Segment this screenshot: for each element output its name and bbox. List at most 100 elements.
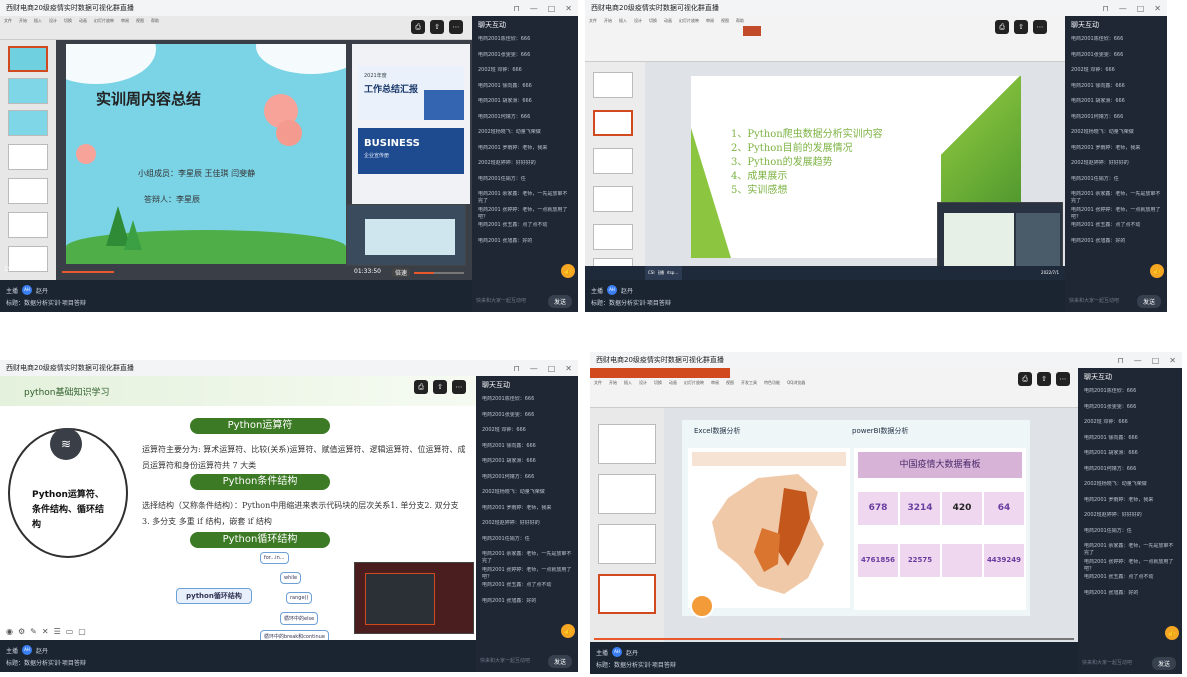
pin-icon[interactable]: ⊓ (513, 364, 519, 373)
mascot (690, 594, 714, 618)
chat-input[interactable]: 快来和大家一起互动吧 (476, 297, 526, 304)
chat-message: 2002班 邓钟：666 (1084, 419, 1128, 425)
slide-thumb[interactable] (598, 424, 656, 464)
chat-message: 2002班 邓钟：666 (478, 67, 522, 73)
minimize-icon[interactable]: — (1134, 356, 1142, 365)
screenshot-icon[interactable]: ⎙ (414, 380, 428, 394)
chat-message: 电商2001 张玉鑫：点了点不动 (478, 222, 548, 228)
video-progress[interactable] (414, 272, 464, 274)
pin-icon[interactable]: ⊓ (513, 4, 519, 13)
kpi-tile (942, 544, 982, 577)
chat-message: 电商2001 张婷婷：老师，一点就放用了吧？ (478, 206, 568, 220)
time-total: 01:33:50 (354, 268, 381, 275)
send-button[interactable]: 发送 (547, 295, 572, 308)
slide-thumb[interactable] (8, 110, 48, 136)
video-stage[interactable]: 文件 开始 插入 设计 切换 动画 幻灯片放映 审阅 视图 帮助 1、Python爬虫数据分析实训… (585, 16, 1065, 280)
main-slide: 实训周内容总结 小组成员：李星辰 王佳琪 闫斐静 答辩人：李星辰 (66, 44, 346, 264)
slide-thumb[interactable] (593, 148, 633, 174)
kpi-tile: 678 (858, 492, 898, 525)
slide-thumb[interactable] (598, 474, 656, 514)
slide-thumb[interactable] (8, 144, 48, 170)
slide-thumb[interactable] (593, 110, 633, 136)
slide-line: 1、Python爬虫数据分析实训内容 (731, 129, 883, 140)
share-icon[interactable]: ⇧ (433, 380, 447, 394)
chat-message: 电商2001张雯雯：666 (482, 411, 535, 418)
pin-icon[interactable]: ⊓ (1102, 4, 1108, 13)
slide-thumb[interactable] (593, 186, 633, 212)
minimize-icon[interactable]: — (1119, 4, 1127, 13)
window-title: 西财电商20级疫情实时数据可视化群直播 (596, 356, 724, 364)
chat-title: 聊天互动 (482, 381, 510, 389)
maximize-icon[interactable]: □ (1137, 4, 1145, 13)
slide-thumb[interactable] (593, 224, 633, 250)
camera-pip[interactable] (354, 562, 474, 634)
slide-thumb[interactable] (598, 574, 656, 614)
video-stage[interactable]: python基础知识学习 ≋ Python运算符、条件结构、循环结构 Pytho… (0, 376, 476, 640)
stream-footer: 主播 AH 赵丹 标题：数据分析实训·项目答辩 (0, 280, 472, 312)
thumbs-up-icon[interactable]: 👍 (561, 264, 575, 278)
close-icon[interactable]: ✕ (1154, 4, 1161, 13)
slide-thumb[interactable] (8, 212, 48, 238)
screenshot-icon[interactable]: ⎙ (411, 20, 425, 34)
maximize-icon[interactable]: □ (1152, 356, 1160, 365)
chat-panel: 聊天互动 电商2001陈佳欣：666 电商2001张雯雯：666 2002班 邓钟：… (476, 376, 578, 672)
more-icon[interactable]: ⋯ (1056, 372, 1070, 386)
thumbs-up-icon[interactable]: 👍 (1150, 264, 1164, 278)
video-stage[interactable]: 文件 开始 插入 设计 切换 动画 幻灯片放映 审阅 视图 开发工具 特色功能 QQ浏览器 Excel… (590, 368, 1078, 642)
slide-thumb[interactable] (8, 178, 48, 204)
chat-input[interactable]: 快来和大家一起互动吧 (1069, 297, 1119, 304)
send-button[interactable]: 发送 (547, 655, 572, 668)
chat-input[interactable]: 快来和大家一起互动吧 (1082, 659, 1132, 666)
share-icon[interactable]: ⇧ (1014, 20, 1028, 34)
pen-icon[interactable]: ✎ (30, 627, 37, 636)
speed-button[interactable]: 倍速 (392, 268, 411, 277)
chat-message: 电商2001 余家鑫：老师，一先是放审不完了 (1084, 543, 1174, 556)
chat-input[interactable]: 快来和大家一起互动吧 (480, 657, 530, 664)
share-icon[interactable]: ⇧ (1037, 372, 1051, 386)
close-icon[interactable]: ✕ (42, 627, 49, 636)
host-label: 主播 (6, 287, 19, 295)
close-icon[interactable]: ✕ (565, 4, 572, 13)
pin-icon[interactable]: ⊓ (1117, 356, 1123, 365)
thumbs-up-icon[interactable]: 👍 (1165, 626, 1179, 640)
maximize-icon[interactable]: □ (548, 364, 556, 373)
more-icon[interactable]: ⋯ (452, 380, 466, 394)
chat-message: 电商2001 张旭鑫：好的 (482, 597, 537, 604)
close-icon[interactable]: ✕ (565, 364, 572, 373)
video-stage[interactable]: 文件 开始 插入 设计 切换 动画 幻灯片放映 审阅 视图 帮助 实训周内容总结 小组成员：李星辰… (0, 16, 472, 280)
playback-progress[interactable] (62, 271, 114, 273)
more-icon[interactable]: ⋯ (449, 20, 463, 34)
host-name: 赵丹 (626, 649, 639, 657)
camera-pip[interactable] (937, 202, 1063, 274)
chat-message: 电商2001 胡家洲：666 (1071, 98, 1125, 104)
promo-business: BUSINESS (364, 138, 420, 149)
slide-thumb[interactable] (593, 72, 633, 98)
close-icon[interactable]: ✕ (1169, 356, 1176, 365)
chat-icon[interactable]: ▭ (66, 627, 74, 636)
share-icon[interactable]: ⇧ (430, 20, 444, 34)
thumbs-up-icon[interactable]: 👍 (561, 624, 575, 638)
send-button[interactable]: 发送 (1151, 657, 1176, 670)
minimize-icon[interactable]: — (530, 4, 538, 13)
more-icon[interactable]: ⋯ (1033, 20, 1047, 34)
record-icon[interactable]: ◉ (6, 627, 13, 636)
slide-thumb[interactable] (8, 46, 48, 72)
maximize-icon[interactable]: □ (548, 4, 556, 13)
slide-thumb[interactable] (598, 524, 656, 564)
slide-title: 实训周内容总结 (96, 90, 202, 108)
list-icon[interactable]: ☰ (54, 627, 61, 636)
slide-thumb[interactable] (8, 78, 48, 104)
slide-header-title: python基础知识学习 (24, 388, 110, 398)
mindmap-node: range() (286, 592, 313, 604)
playback-progress[interactable] (594, 638, 1074, 640)
camera-pip[interactable] (346, 204, 466, 266)
settings-icon[interactable]: ⚙ (18, 627, 25, 636)
minimize-icon[interactable]: — (530, 364, 538, 373)
screenshot-icon[interactable]: ⎙ (1018, 372, 1032, 386)
chat-message: 电商2001 余家鑫：老师，一先是放审不完了 (1071, 191, 1161, 204)
chat-message: 电商2001 张旭鑫：好的 (478, 237, 533, 244)
window-icon[interactable]: ▢ (78, 627, 86, 636)
send-button[interactable]: 发送 (1136, 295, 1161, 308)
screenshot-icon[interactable]: ⎙ (995, 20, 1009, 34)
taskbar-item[interactable]: CSI (645, 266, 658, 280)
